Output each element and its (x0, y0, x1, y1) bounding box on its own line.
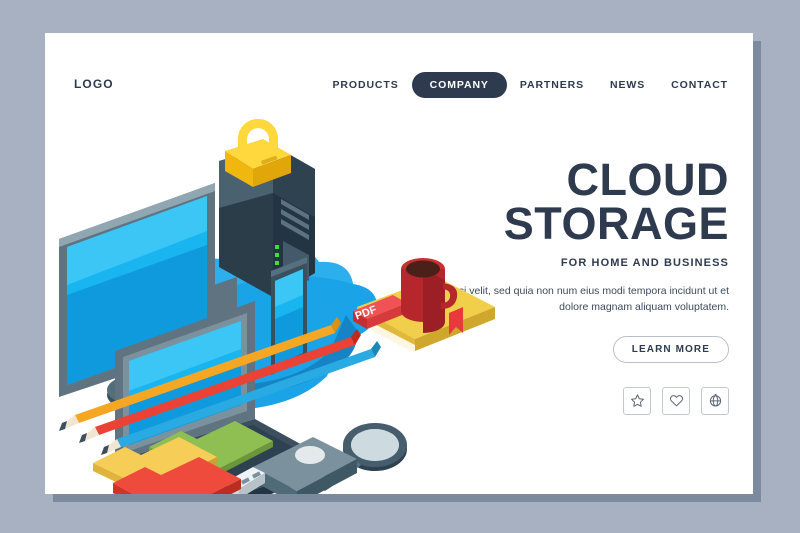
nav-item-contact[interactable]: CONTACT (658, 72, 741, 98)
star-icon[interactable] (623, 386, 651, 415)
hero-illustration: PDF (45, 95, 515, 494)
isometric-scene: PDF (59, 119, 495, 494)
title-line-2: STORAGE (503, 198, 729, 250)
nav-item-news[interactable]: NEWS (597, 72, 658, 98)
page-root: LOGO PRODUCTS COMPANY PARTNERS NEWS CONT… (0, 0, 800, 533)
led-indicators (275, 245, 279, 265)
landing-page-card: LOGO PRODUCTS COMPANY PARTNERS NEWS CONT… (45, 33, 753, 494)
logo[interactable]: LOGO (74, 77, 114, 91)
heart-icon[interactable] (662, 386, 690, 415)
globe-icon[interactable] (701, 386, 729, 415)
learn-more-button[interactable]: LEARN MORE (612, 335, 729, 363)
nav-item-partners[interactable]: PARTNERS (507, 72, 597, 98)
